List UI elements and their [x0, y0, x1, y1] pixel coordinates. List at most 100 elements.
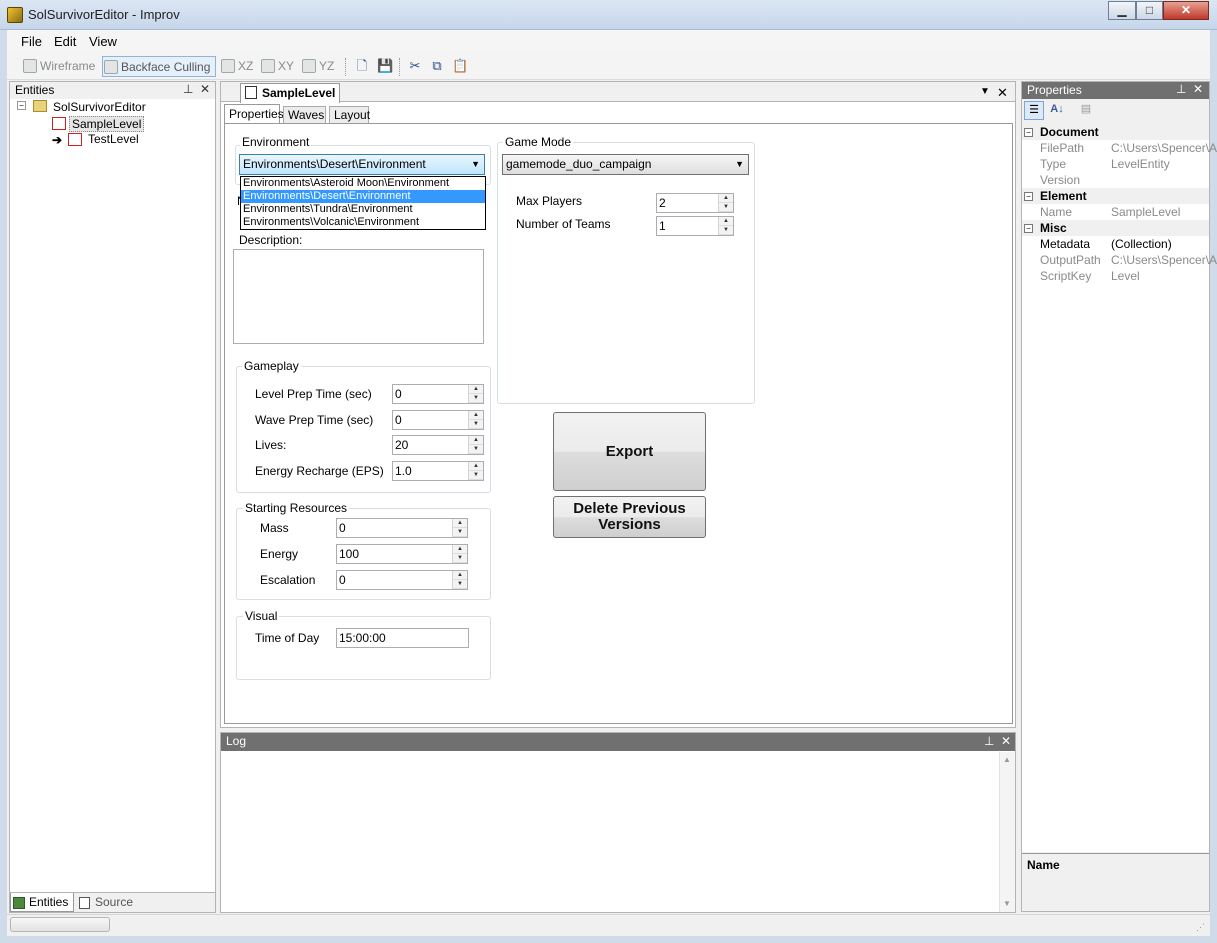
- property-pages-icon[interactable]: ▤: [1076, 101, 1096, 120]
- energy-label: Energy: [260, 547, 299, 561]
- spinner-arrows-icon[interactable]: ▲ ▼: [452, 519, 467, 537]
- max-players-input[interactable]: 2 ▲ ▼: [656, 193, 734, 213]
- environment-group-title: Environment: [240, 135, 312, 149]
- escalation-label: Escalation: [260, 573, 316, 587]
- spinner-arrows-icon[interactable]: ▲ ▼: [718, 217, 733, 235]
- prop-row-scriptkey[interactable]: ScriptKey Level: [1040, 268, 1209, 284]
- level-prep-input[interactable]: 0 ▲ ▼: [392, 384, 484, 404]
- environment-option[interactable]: Environments\Asteroid Moon\Environment: [241, 177, 485, 190]
- subtab-waves[interactable]: Waves: [283, 106, 326, 124]
- spinner-arrows-icon[interactable]: ▲ ▼: [452, 545, 467, 563]
- collapse-icon[interactable]: −: [1024, 192, 1033, 201]
- category-element[interactable]: Element: [1022, 188, 1209, 204]
- category-document[interactable]: Document: [1022, 124, 1209, 140]
- menu-bar: [7, 30, 1210, 54]
- time-of-day-input[interactable]: 15:00:00: [336, 628, 469, 648]
- xz-label: XZ: [238, 59, 254, 73]
- spinner-arrows-icon[interactable]: ▲ ▼: [452, 571, 467, 589]
- environment-option[interactable]: Environments\Tundra\Environment: [241, 203, 485, 216]
- collapse-icon[interactable]: −: [17, 101, 26, 110]
- properties-title: Properties: [1027, 83, 1082, 97]
- mass-value: 0: [339, 521, 346, 535]
- alphabetical-sort-icon[interactable]: A↓: [1047, 101, 1067, 120]
- lives-input[interactable]: 20 ▲ ▼: [392, 435, 484, 455]
- prop-value: LevelEntity: [1111, 157, 1170, 171]
- environment-option-selected[interactable]: Environments\Desert\Environment: [241, 190, 485, 203]
- close-panel-icon[interactable]: ✕: [200, 82, 210, 96]
- log-panel: Log: [220, 732, 1016, 913]
- category-misc[interactable]: Misc: [1022, 220, 1209, 236]
- progress-bar: [10, 917, 110, 932]
- game-mode-combo[interactable]: gamemode_duo_campaign ▼: [502, 154, 749, 175]
- description-textarea[interactable]: [233, 249, 484, 344]
- new-file-icon[interactable]: 🗋: [354, 58, 370, 74]
- number-of-teams-input[interactable]: 1 ▲ ▼: [656, 216, 734, 236]
- maximize-button[interactable]: □: [1136, 1, 1163, 20]
- log-scrollbar[interactable]: [999, 752, 1015, 912]
- close-button[interactable]: ✕: [1163, 1, 1209, 20]
- prop-key: OutputPath: [1040, 253, 1101, 267]
- collapse-icon[interactable]: −: [1024, 224, 1033, 233]
- xy-view-button[interactable]: XY: [260, 56, 296, 77]
- prop-key: ScriptKey: [1040, 269, 1092, 283]
- backface-culling-button[interactable]: Backface Culling: [102, 56, 216, 77]
- menu-edit[interactable]: Edit: [54, 34, 76, 49]
- yz-view-button[interactable]: YZ: [301, 56, 337, 77]
- visual-group-title: Visual: [243, 609, 280, 623]
- pin-icon[interactable]: ⊥: [183, 82, 193, 96]
- close-panel-icon[interactable]: ✕: [1001, 734, 1011, 748]
- tree-item-samplelevel[interactable]: SampleLevel: [69, 116, 145, 132]
- prop-row-metadata[interactable]: Metadata (Collection): [1040, 236, 1209, 252]
- copy-icon[interactable]: ⧉: [429, 58, 445, 74]
- tab-list-icon[interactable]: ▼: [980, 86, 990, 97]
- spinner-arrows-icon[interactable]: ▲ ▼: [468, 385, 483, 403]
- environment-option[interactable]: Environments\Volcanic\Environment: [241, 216, 485, 229]
- minimize-button[interactable]: ▁: [1108, 1, 1136, 20]
- backface-icon: [104, 60, 118, 74]
- prop-value: SampleLevel: [1111, 205, 1181, 219]
- energy-recharge-input[interactable]: 1.0 ▲ ▼: [392, 461, 484, 481]
- save-icon[interactable]: 💾: [377, 58, 393, 74]
- categorized-view-icon[interactable]: ☰: [1024, 101, 1044, 120]
- cut-icon[interactable]: ✂: [407, 58, 423, 74]
- pin-icon[interactable]: ⊥: [984, 734, 994, 748]
- scroll-down-icon[interactable]: ▼: [1003, 899, 1011, 908]
- subtab-layout[interactable]: Layout: [329, 106, 370, 124]
- environment-combo[interactable]: Environments\Desert\Environment ▼: [239, 154, 485, 175]
- prop-row-outputpath[interactable]: OutputPath C:\Users\Spencer\A: [1040, 252, 1217, 268]
- pin-icon[interactable]: ⊥: [1176, 82, 1186, 96]
- delete-previous-versions-button[interactable]: Delete Previous Versions: [553, 496, 706, 538]
- tab-entities-label: Entities: [29, 895, 69, 909]
- menu-view[interactable]: View: [89, 34, 117, 49]
- spinner-arrows-icon[interactable]: ▲ ▼: [468, 411, 483, 429]
- tree-item-testlevel[interactable]: TestLevel: [88, 132, 139, 146]
- subtab-properties[interactable]: Properties: [224, 104, 284, 124]
- xz-view-button[interactable]: XZ: [220, 56, 256, 77]
- menu-file[interactable]: File: [21, 34, 42, 49]
- close-document-icon[interactable]: ✕: [997, 85, 1008, 101]
- prop-row-filepath[interactable]: FilePath C:\Users\Spencer\A: [1040, 140, 1217, 156]
- prop-row-type[interactable]: Type LevelEntity: [1040, 156, 1209, 172]
- subtab-properties-label: Properties: [229, 107, 284, 121]
- energy-recharge-label: Energy Recharge (EPS): [255, 464, 384, 478]
- prop-row-name[interactable]: Name SampleLevel: [1040, 204, 1209, 220]
- spinner-arrows-icon[interactable]: ▲ ▼: [718, 194, 733, 212]
- tab-source-label: Source: [95, 895, 134, 909]
- spinner-arrows-icon[interactable]: ▲ ▼: [468, 462, 483, 480]
- scroll-up-icon[interactable]: ▲: [1003, 755, 1011, 764]
- collapse-icon[interactable]: −: [1024, 128, 1033, 137]
- energy-input[interactable]: 100 ▲ ▼: [336, 544, 468, 564]
- spinner-arrows-icon[interactable]: ▲ ▼: [468, 436, 483, 454]
- mass-input[interactable]: 0 ▲ ▼: [336, 518, 468, 538]
- close-panel-icon[interactable]: ✕: [1193, 82, 1203, 96]
- resize-grip-icon[interactable]: ⋰: [1196, 922, 1205, 933]
- game-mode-selected: gamemode_duo_campaign: [506, 157, 652, 171]
- paste-icon[interactable]: 📋: [452, 58, 468, 74]
- escalation-input[interactable]: 0 ▲ ▼: [336, 570, 468, 590]
- wireframe-button[interactable]: Wireframe: [22, 56, 100, 77]
- prop-row-version[interactable]: Version: [1040, 172, 1209, 188]
- arrow-right-icon: ➔: [52, 133, 63, 147]
- wave-prep-input[interactable]: 0 ▲ ▼: [392, 410, 484, 430]
- export-button[interactable]: Export: [553, 412, 706, 491]
- tree-root[interactable]: SolSurvivorEditor: [53, 100, 146, 114]
